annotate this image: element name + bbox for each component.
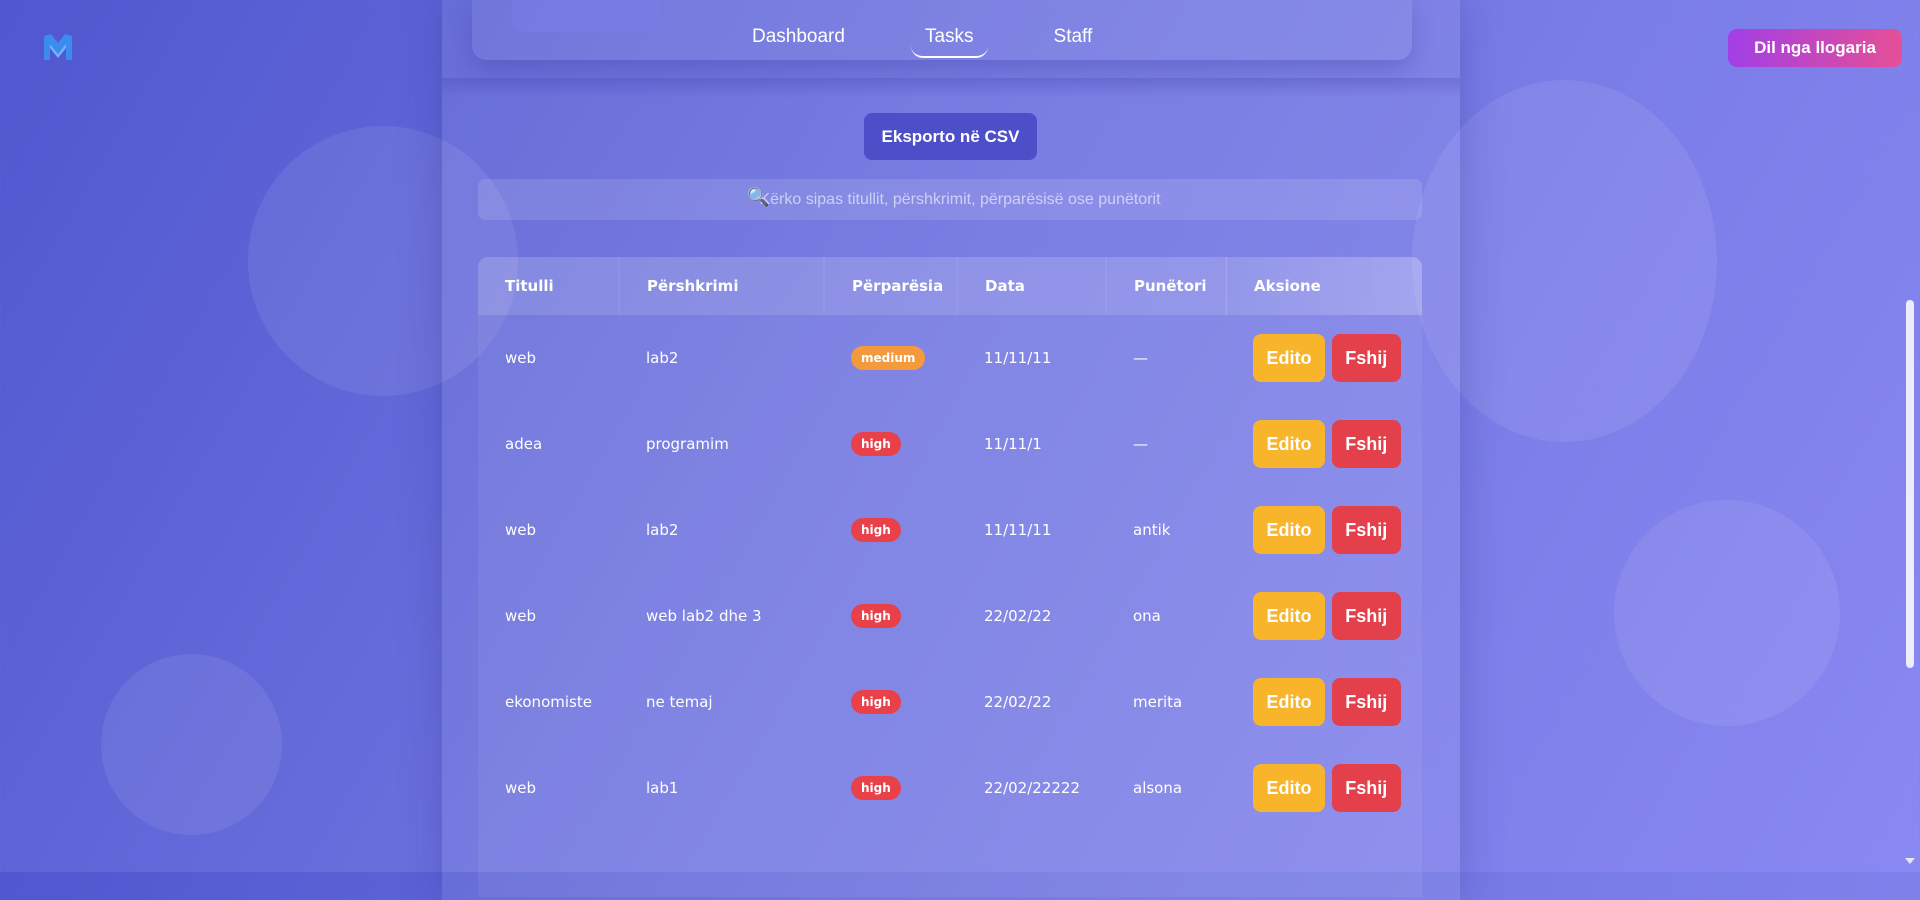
table-row: adea programim high 11/11/1 — Edito Fshij bbox=[478, 401, 1422, 487]
delete-button[interactable]: Fshij bbox=[1331, 764, 1401, 812]
cell-description: ne temaj bbox=[646, 693, 713, 711]
priority-badge: high bbox=[851, 690, 901, 714]
tasks-table-container: Titulli Përshkrimi Përparësia Data Punët… bbox=[478, 257, 1422, 897]
column-header-description: Përshkrimi bbox=[619, 257, 825, 315]
cell-date: 11/11/11 bbox=[984, 521, 1052, 539]
cell-title: ekonomiste bbox=[505, 693, 592, 711]
delete-button[interactable]: Fshij bbox=[1331, 506, 1401, 554]
table-row: web lab2 high 11/11/11 antik Edito Fshij bbox=[478, 487, 1422, 573]
cell-date: 11/11/1 bbox=[984, 435, 1042, 453]
column-header-date: Data bbox=[957, 257, 1107, 315]
cell-title: web bbox=[505, 607, 537, 625]
cell-priority: medium bbox=[824, 315, 957, 401]
edit-button[interactable]: Edito bbox=[1253, 678, 1325, 726]
priority-badge: high bbox=[851, 432, 901, 456]
priority-badge: high bbox=[851, 518, 901, 542]
main-panel: Eksporto në CSV 🔍 Titulli Përshkrimi Për… bbox=[442, 0, 1460, 900]
cell-description: programim bbox=[646, 435, 729, 453]
cell-worker: merita bbox=[1133, 693, 1183, 711]
background-circle bbox=[101, 654, 282, 835]
cell-priority: high bbox=[824, 659, 957, 745]
cell-actions: Edito Fshij bbox=[1226, 659, 1422, 745]
table-header-row: Titulli Përshkrimi Përparësia Data Punët… bbox=[478, 257, 1422, 315]
cell-date: 22/02/22222 bbox=[984, 779, 1080, 797]
cell-actions: Edito Fshij bbox=[1226, 573, 1422, 659]
tasks-table: Titulli Përshkrimi Përparësia Data Punët… bbox=[478, 257, 1422, 831]
top-navigation-bar: Dashboard Tasks Staff Dil nga llogaria bbox=[0, 0, 1920, 98]
cell-worker: ona bbox=[1133, 607, 1161, 625]
cell-priority: high bbox=[824, 401, 957, 487]
cell-worker: — bbox=[1133, 435, 1148, 453]
nav-item-staff[interactable]: Staff bbox=[1040, 22, 1107, 56]
cell-description: web lab2 dhe 3 bbox=[646, 607, 762, 625]
cell-priority: high bbox=[824, 745, 957, 831]
column-header-actions: Aksione bbox=[1226, 257, 1422, 315]
export-csv-button[interactable]: Eksporto në CSV bbox=[864, 113, 1037, 160]
cell-title: web bbox=[505, 521, 537, 539]
delete-button[interactable]: Fshij bbox=[1331, 334, 1401, 382]
delete-button[interactable]: Fshij bbox=[1331, 592, 1401, 640]
table-row: web web lab2 dhe 3 high 22/02/22 ona Edito Fs… bbox=[478, 573, 1422, 659]
cell-worker: alsona bbox=[1133, 779, 1183, 797]
background-circle bbox=[1614, 500, 1840, 726]
cell-title: web bbox=[505, 349, 537, 367]
table-row: web lab1 high 22/02/22222 alsona Edito Fshij bbox=[478, 745, 1422, 831]
edit-button[interactable]: Edito bbox=[1253, 592, 1325, 640]
edit-button[interactable]: Edito bbox=[1253, 764, 1325, 812]
cell-priority: high bbox=[824, 487, 957, 573]
scroll-down-arrow-icon[interactable] bbox=[1905, 858, 1915, 864]
edit-button[interactable]: Edito bbox=[1253, 420, 1325, 468]
cell-date: 22/02/22 bbox=[984, 693, 1052, 711]
logo-icon bbox=[44, 34, 72, 60]
cell-actions: Edito Fshij bbox=[1226, 315, 1422, 401]
cell-description: lab1 bbox=[646, 779, 679, 797]
cell-priority: high bbox=[824, 573, 957, 659]
column-header-title: Titulli bbox=[478, 257, 620, 315]
cell-date: 11/11/11 bbox=[984, 349, 1052, 367]
search-input[interactable] bbox=[478, 179, 1422, 220]
cell-date: 22/02/22 bbox=[984, 607, 1052, 625]
priority-badge: high bbox=[851, 776, 901, 800]
cell-actions: Edito Fshij bbox=[1226, 745, 1422, 831]
column-header-worker: Punëtori bbox=[1106, 257, 1227, 315]
column-header-priority: Përparësia bbox=[824, 257, 958, 315]
delete-button[interactable]: Fshij bbox=[1331, 420, 1401, 468]
main-nav: Dashboard Tasks Staff bbox=[738, 22, 1106, 62]
cell-description: lab2 bbox=[646, 349, 679, 367]
cell-worker: — bbox=[1133, 349, 1148, 367]
nav-item-dashboard[interactable]: Dashboard bbox=[738, 22, 859, 56]
table-row: ekonomiste ne temaj high 22/02/22 merita Edit… bbox=[478, 659, 1422, 745]
cell-worker: antik bbox=[1133, 521, 1171, 539]
delete-button[interactable]: Fshij bbox=[1331, 678, 1401, 726]
priority-badge: high bbox=[851, 604, 901, 628]
cell-title: web bbox=[505, 779, 537, 797]
logout-button[interactable]: Dil nga llogaria bbox=[1728, 29, 1902, 67]
table-row: web lab2 medium 11/11/11 — Edito Fshij bbox=[478, 315, 1422, 401]
nav-item-tasks[interactable]: Tasks bbox=[910, 22, 988, 58]
cell-title: adea bbox=[505, 435, 543, 453]
cell-actions: Edito Fshij bbox=[1226, 487, 1422, 573]
edit-button[interactable]: Edito bbox=[1253, 506, 1325, 554]
scrollbar-thumb[interactable] bbox=[1906, 300, 1914, 668]
cell-actions: Edito Fshij bbox=[1226, 401, 1422, 487]
edit-button[interactable]: Edito bbox=[1253, 334, 1325, 382]
cell-description: lab2 bbox=[646, 521, 679, 539]
priority-badge: medium bbox=[851, 346, 926, 370]
